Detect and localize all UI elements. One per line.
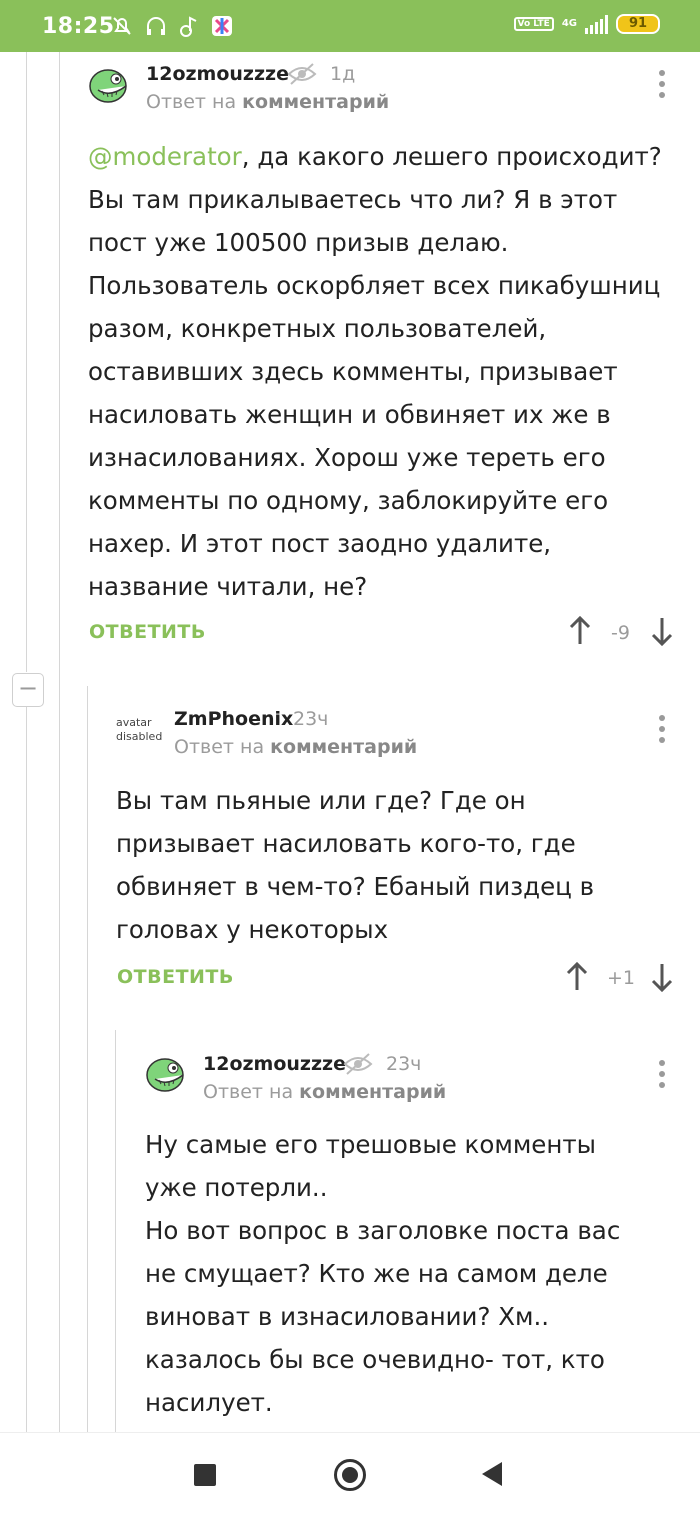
back-icon[interactable] (482, 1462, 502, 1486)
app-logo-icon (212, 16, 232, 36)
reply-to-line: Ответ на комментарий (146, 91, 389, 113)
comment-text: Вы там пьяные или где? Где он призывает … (116, 786, 595, 944)
reply-button[interactable]: ОТВЕТИТЬ (117, 966, 234, 988)
downvote-icon[interactable] (650, 616, 674, 646)
comment-score: +1 (607, 967, 636, 989)
upvote-icon[interactable] (568, 616, 592, 646)
battery-icon: 91 (616, 14, 660, 34)
comment-text: Ну самые его трешовые комменты уже потер… (145, 1130, 621, 1417)
comment-time: 1д (330, 63, 356, 85)
reply-target-link[interactable]: комментарий (299, 1081, 446, 1103)
hidden-eye-icon (287, 63, 317, 85)
signal-icon (585, 14, 608, 34)
comment-author[interactable]: 12ozmouzzze (146, 63, 289, 85)
thread-line-4 (115, 1030, 116, 1432)
headphones-icon (147, 17, 165, 35)
music-note-icon (180, 16, 197, 37)
thread-line-1b (26, 706, 27, 1432)
thread-line-3 (87, 686, 88, 1432)
more-options-icon[interactable] (659, 1060, 665, 1093)
reply-prefix: Ответ на (146, 91, 237, 113)
avatar[interactable] (88, 64, 132, 108)
bell-muted-icon (113, 17, 131, 35)
reply-button[interactable]: ОТВЕТИТЬ (89, 621, 206, 643)
hidden-eye-icon (343, 1053, 373, 1075)
reply-prefix: Ответ на (203, 1081, 294, 1103)
thread-line-1 (26, 52, 27, 672)
upvote-icon[interactable] (565, 962, 589, 992)
reply-target-link[interactable]: комментарий (242, 91, 389, 113)
comment-author[interactable]: 12ozmouzzze (203, 1053, 346, 1075)
reply-prefix: Ответ на (174, 736, 265, 758)
comment-body: , да какого лешего происходит? Вы там пр… (88, 142, 662, 601)
avatar[interactable] (145, 1053, 189, 1097)
reply-target-link[interactable]: комментарий (270, 736, 417, 758)
collapse-thread-button[interactable]: − (12, 673, 44, 707)
more-options-icon[interactable] (659, 70, 665, 103)
more-options-icon[interactable] (659, 715, 665, 748)
home-icon[interactable] (334, 1459, 366, 1491)
reply-to-line: Ответ на комментарий (174, 736, 417, 758)
notification-icons (110, 14, 234, 38)
downvote-icon[interactable] (650, 962, 674, 992)
recents-icon[interactable] (194, 1464, 216, 1486)
comment-text: @moderator, да какого лешего происходит?… (88, 135, 678, 608)
status-bar: 18:25 Vo LTE 4G 91 (0, 0, 700, 52)
mention-link[interactable]: @moderator (88, 142, 242, 171)
thread-line-2 (59, 52, 60, 1432)
comment-score: -9 (611, 622, 630, 644)
network-type: 4G (561, 18, 577, 29)
comment-author[interactable]: ZmPhoenix (174, 708, 293, 730)
comment-time: 23ч (293, 708, 329, 730)
system-nav-bar (0, 1432, 700, 1518)
reply-to-line: Ответ на комментарий (203, 1081, 446, 1103)
comment-time: 23ч (386, 1053, 422, 1075)
volte-indicator: Vo LTE (513, 17, 554, 31)
system-indicators: Vo LTE 4G 91 (513, 14, 660, 34)
avatar[interactable]: avatar disabled (116, 716, 162, 744)
status-time: 18:25 (42, 14, 115, 39)
